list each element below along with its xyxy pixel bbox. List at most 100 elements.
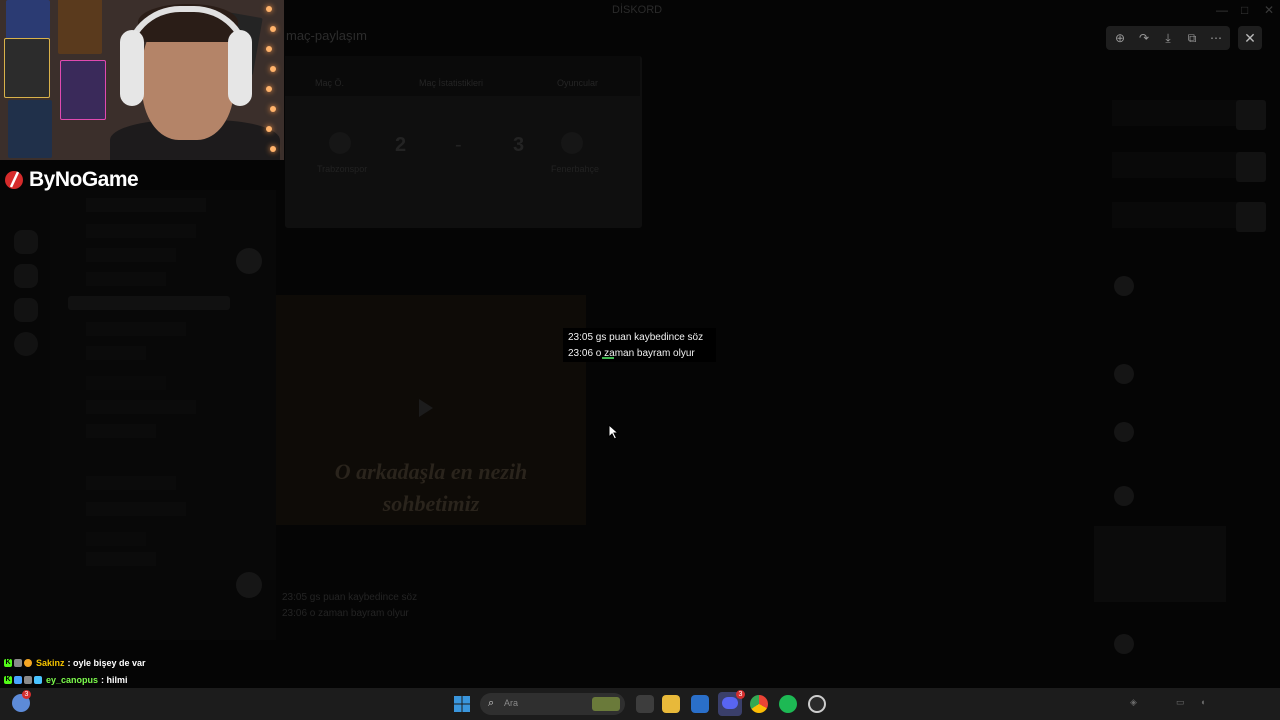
stream-chat: K Sakinz : oyle bişey de var K ey_canopu… <box>4 654 146 688</box>
avatar[interactable] <box>236 248 262 274</box>
home-score: 2 <box>395 134 407 156</box>
brand-name: ByNoGame <box>29 168 139 191</box>
badge-icon <box>14 658 22 667</box>
chrome-icon[interactable] <box>750 695 768 713</box>
thumbnail <box>1236 202 1266 232</box>
search-icon: ⌕ <box>488 697 495 709</box>
wall-poster <box>8 100 52 158</box>
server-icon[interactable] <box>14 298 38 322</box>
taskbar: 3 ⌕ Ara 3 ◈ ▭ ◖ <box>0 688 1280 720</box>
kick-badge-icon: K <box>4 675 12 684</box>
avatar[interactable] <box>1114 422 1134 442</box>
embed-tab[interactable]: Maç Ö. <box>315 78 344 88</box>
windows-start-icon[interactable] <box>454 696 470 712</box>
right-panel <box>1094 56 1272 656</box>
home-team-logo <box>329 132 351 154</box>
window-close-icon[interactable]: ✕ <box>1264 3 1274 17</box>
share-icon[interactable]: ↷ <box>1136 30 1152 46</box>
brand-logo: ByNoGame <box>4 166 139 194</box>
channel-item[interactable] <box>86 224 196 238</box>
channel-item[interactable] <box>86 476 176 490</box>
accent-underline <box>602 357 614 359</box>
discord-badge: 3 <box>736 690 745 699</box>
channel-item[interactable] <box>86 322 186 336</box>
avatar[interactable] <box>236 572 262 598</box>
window-title: DİSKORD <box>612 4 663 16</box>
channel-item[interactable] <box>86 198 206 212</box>
channel-item-active[interactable] <box>68 296 230 310</box>
channel-item[interactable] <box>86 248 176 262</box>
tray-icon[interactable]: ▭ <box>1176 697 1185 708</box>
avatar[interactable] <box>1114 276 1134 296</box>
file-explorer-icon[interactable] <box>662 695 680 713</box>
video-attachment[interactable]: O arkadaşla en nezih sohbetimiz <box>276 295 586 525</box>
wall-poster <box>4 38 50 98</box>
avatar[interactable] <box>1114 486 1134 506</box>
channel-item[interactable] <box>86 346 146 360</box>
task-view-icon[interactable] <box>636 695 654 713</box>
more-icon[interactable]: ⋯ <box>1208 30 1224 46</box>
channel-item[interactable] <box>86 502 186 516</box>
server-icon[interactable] <box>14 332 38 356</box>
channel-item[interactable] <box>86 272 166 286</box>
chat-text: : oyle bişey de var <box>67 657 146 668</box>
close-icon[interactable]: ✕ <box>1238 26 1262 50</box>
zoom-in-icon[interactable]: ⊕ <box>1112 30 1128 46</box>
search-highlight-image <box>592 697 620 711</box>
spotify-icon[interactable] <box>779 695 797 713</box>
webcam-overlay <box>0 0 284 160</box>
wall-poster <box>60 60 106 120</box>
video-caption: sohbetimiz <box>382 491 480 516</box>
tooltip-line: 23:05 gs puan kaybedince söz <box>568 332 704 343</box>
away-team-logo <box>561 132 583 154</box>
kick-badge-icon: K <box>4 658 12 667</box>
minimize-icon[interactable]: — <box>1216 3 1228 17</box>
chat-username[interactable]: ey_canopus <box>46 675 98 685</box>
stream-preview[interactable] <box>1094 526 1226 602</box>
embed-tabs: Maç Ö. Maç İstatistikleri Oyuncular <box>285 56 640 96</box>
channel-item[interactable] <box>86 424 156 438</box>
taskbar-search[interactable]: ⌕ Ara <box>480 693 625 715</box>
badge-icon <box>14 675 22 684</box>
category-label[interactable] <box>86 376 166 390</box>
badge-icon <box>24 675 32 684</box>
chat-text: : hilmi <box>101 674 128 685</box>
avatar[interactable] <box>1114 364 1134 384</box>
badge-icon <box>24 658 32 667</box>
tooltip-line: 23:06 o zaman bayram olyur <box>568 348 695 359</box>
mouse-cursor-icon <box>608 424 620 440</box>
match-embed: Maç Ö. Maç İstatistikleri Oyuncular 2 - … <box>285 56 642 228</box>
chat-username[interactable]: Sakinz <box>36 658 65 668</box>
server-rail <box>0 190 50 630</box>
channel-item[interactable] <box>86 400 196 414</box>
maximize-icon[interactable]: □ <box>1241 3 1248 17</box>
category-label[interactable] <box>86 532 146 546</box>
server-icon[interactable] <box>14 230 38 254</box>
headphone-icon <box>228 30 252 106</box>
notification-badge: 3 <box>22 690 31 699</box>
viewer-toolbar: ⊕ ↷ ⤓ ⧉ ⋯ <box>1106 26 1230 50</box>
network-icon[interactable]: ◈ <box>1130 697 1137 708</box>
avatar[interactable] <box>1114 634 1134 654</box>
channel-item[interactable] <box>86 552 156 566</box>
download-icon[interactable]: ⤓ <box>1160 30 1176 46</box>
obs-icon[interactable] <box>808 695 826 713</box>
message-tooltip: 23:05 gs puan kaybedince söz 23:06 o zam… <box>563 328 716 362</box>
home-team-name: Trabzonspor <box>317 164 368 174</box>
embed-tab[interactable]: Maç İstatistikleri <box>419 78 483 88</box>
volume-icon[interactable]: ◖ <box>1200 697 1205 707</box>
discord-icon[interactable]: 3 <box>718 690 745 716</box>
thumbnail <box>1236 100 1266 130</box>
thumbnail <box>1236 152 1266 182</box>
open-external-icon[interactable]: ⧉ <box>1184 30 1200 46</box>
video-caption: O arkadaşla en nezih <box>334 459 528 484</box>
headphone-icon <box>120 30 144 106</box>
store-icon[interactable] <box>691 695 709 713</box>
badge-icon <box>34 675 42 684</box>
chat-message: K Sakinz : oyle bişey de var <box>4 654 146 671</box>
embed-tab[interactable]: Oyuncular <box>557 78 598 88</box>
message-text: 23:06 o zaman bayram olyur <box>282 608 409 619</box>
string-lights <box>256 0 284 160</box>
server-icon[interactable] <box>14 264 38 288</box>
play-icon[interactable] <box>419 399 433 417</box>
